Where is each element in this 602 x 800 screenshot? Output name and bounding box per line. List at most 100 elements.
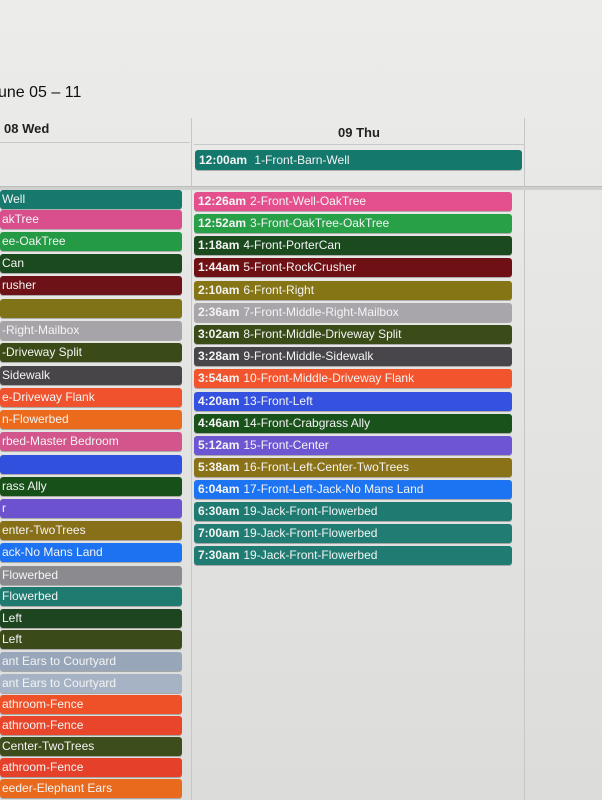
- calendar-week-view: une 05 – 11 08 Wed 09 Thu 12:00am 1-Fron…: [0, 0, 602, 800]
- event-label: 7-Front-Middle-Right-Mailbox: [243, 305, 399, 319]
- column-header-wed[interactable]: 08 Wed: [0, 116, 190, 143]
- event-thu-17[interactable]: 7:00am 19-Jack-Front-Flowerbed: [194, 524, 512, 543]
- column-header-wed-label: 08 Wed: [4, 121, 50, 136]
- event-wed-8[interactable]: -Driveway Split: [0, 343, 182, 362]
- event-label: ack-No Mans Land: [2, 545, 103, 559]
- event-wed-27[interactable]: athroom-Fence: [0, 758, 182, 777]
- event-time: 12:00am: [199, 153, 248, 167]
- event-label: 17-Front-Left-Jack-No Mans Land: [243, 482, 424, 496]
- event-wed-18[interactable]: Flowerbed: [0, 566, 182, 585]
- event-label: Flowerbed: [2, 568, 59, 582]
- event-label: 13-Front-Left: [243, 394, 313, 408]
- event-time: 1:44am: [198, 260, 240, 274]
- event-wed-26[interactable]: Center-TwoTrees: [0, 737, 182, 756]
- event-wed-12[interactable]: rbed-Master Bedroom: [0, 432, 182, 451]
- event-time: 5:38am: [198, 460, 240, 474]
- event-label: e-Driveway Flank: [2, 390, 95, 404]
- event-label: ant Ears to Courtyard: [2, 676, 117, 690]
- event-wed-20[interactable]: Left: [0, 609, 182, 628]
- event-label: rbed-Master Bedroom: [2, 434, 119, 448]
- event-wed-9[interactable]: Sidewalk: [0, 366, 182, 385]
- event-thu-13[interactable]: 5:12am 15-Front-Center: [194, 436, 512, 455]
- event-thu-2[interactable]: 12:26am 2-Front-Well-OakTree: [194, 192, 512, 211]
- event-label: 4-Front-PorterCan: [243, 238, 341, 252]
- event-time: 4:20am: [198, 394, 240, 408]
- column-divider: [524, 118, 525, 800]
- event-thu-15[interactable]: 6:04am 17-Front-Left-Jack-No Mans Land: [194, 480, 512, 499]
- event-label: Well: [2, 192, 26, 206]
- event-thu-9[interactable]: 3:28am 9-Front-Middle-Sidewalk: [194, 347, 512, 366]
- event-wed-7[interactable]: -Right-Mailbox: [0, 321, 182, 340]
- event-wed-5[interactable]: rusher: [0, 276, 182, 295]
- event-thu-5[interactable]: 1:44am 5-Front-RockCrusher: [194, 258, 512, 277]
- event-time: 5:12am: [198, 438, 240, 452]
- event-label: 19-Jack-Front-Flowerbed: [243, 548, 378, 562]
- event-wed-16[interactable]: enter-TwoTrees: [0, 521, 182, 540]
- event-wed-25[interactable]: athroom-Fence: [0, 716, 182, 735]
- event-thu-14[interactable]: 5:38am 16-Front-Left-Center-TwoTrees: [194, 458, 512, 477]
- event-label: athroom-Fence: [2, 760, 84, 774]
- event-wed-23[interactable]: ant Ears to Courtyard: [0, 674, 182, 693]
- event-label: Can: [2, 256, 25, 270]
- event-time: 1:18am: [198, 238, 240, 252]
- event-wed-14[interactable]: rass Ally: [0, 477, 182, 496]
- event-label: r: [2, 501, 6, 515]
- event-time: 3:54am: [198, 371, 240, 385]
- event-wed-13[interactable]: [0, 455, 182, 474]
- event-time: 7:30am: [198, 548, 240, 562]
- event-wed-2[interactable]: akTree: [0, 210, 182, 229]
- event-label: 6-Front-Right: [243, 283, 315, 297]
- event-thu-16[interactable]: 6:30am 19-Jack-Front-Flowerbed: [194, 502, 512, 521]
- event-thu-6[interactable]: 2:10am 6-Front-Right: [194, 281, 512, 300]
- event-label: Flowerbed: [2, 589, 59, 603]
- event-time: 2:10am: [198, 283, 240, 297]
- event-label: [0, 301, 2, 315]
- event-thu-7[interactable]: 2:36am 7-Front-Middle-Right-Mailbox: [194, 303, 512, 322]
- event-thu-12[interactable]: 4:46am 14-Front-Crabgrass Ally: [194, 414, 512, 433]
- event-time: 7:00am: [198, 526, 240, 540]
- event-wed-15[interactable]: r: [0, 499, 182, 518]
- event-wed-28[interactable]: eeder-Elephant Ears: [0, 779, 182, 798]
- event-time: 6:30am: [198, 504, 240, 518]
- event-label: rass Ally: [2, 479, 47, 493]
- event-wed-22[interactable]: ant Ears to Courtyard: [0, 652, 182, 671]
- event-wed-4[interactable]: Can: [0, 254, 182, 273]
- event-label: -Driveway Split: [2, 345, 83, 359]
- event-label: enter-TwoTrees: [2, 523, 86, 537]
- date-range-title: une 05 – 11: [0, 84, 82, 101]
- event-wed-24[interactable]: athroom-Fence: [0, 695, 182, 714]
- event-label: rusher: [2, 278, 37, 292]
- event-label: Left: [2, 632, 23, 646]
- event-label: athroom-Fence: [2, 697, 84, 711]
- event-wed-3[interactable]: ee-OakTree: [0, 232, 182, 251]
- event-wed-6[interactable]: [0, 299, 182, 318]
- event-label: 8-Front-Middle-Driveway Split: [243, 327, 402, 341]
- event-wed-1[interactable]: Well: [0, 190, 182, 209]
- event-label: 5-Front-RockCrusher: [243, 260, 357, 274]
- event-time: 4:46am: [198, 416, 240, 430]
- event-label: 2-Front-Well-OakTree: [250, 194, 367, 208]
- event-thu-8[interactable]: 3:02am 8-Front-Middle-Driveway Split: [194, 325, 512, 344]
- event-thu-18[interactable]: 7:30am 19-Jack-Front-Flowerbed: [194, 546, 512, 565]
- event-wed-11[interactable]: n-Flowerbed: [0, 410, 182, 429]
- event-label: ee-OakTree: [2, 234, 66, 248]
- event-label: [0, 457, 2, 471]
- column-header-thu[interactable]: 09 Thu: [194, 118, 524, 145]
- event-wed-19[interactable]: Flowerbed: [0, 587, 182, 606]
- event-thu-10[interactable]: 3:54am 10-Front-Middle-Driveway Flank: [194, 369, 512, 388]
- event-label: 3-Front-OakTree-OakTree: [250, 216, 390, 230]
- event-thu-11[interactable]: 4:20am 13-Front-Left: [194, 392, 512, 411]
- event-label: 10-Front-Middle-Driveway Flank: [243, 371, 415, 385]
- event-label: Left: [2, 611, 23, 625]
- event-wed-17[interactable]: ack-No Mans Land: [0, 543, 182, 562]
- event-time: 3:02am: [198, 327, 240, 341]
- event-allday-thu[interactable]: 12:00am 1-Front-Barn-Well: [195, 150, 522, 170]
- event-wed-21[interactable]: Left: [0, 630, 182, 649]
- event-time: 12:52am: [198, 216, 247, 230]
- event-label: akTree: [2, 212, 39, 226]
- column-divider: [191, 118, 192, 800]
- event-thu-4[interactable]: 1:18am 4-Front-PorterCan: [194, 236, 512, 255]
- event-thu-3[interactable]: 12:52am 3-Front-OakTree-OakTree: [194, 214, 512, 233]
- event-label: 19-Jack-Front-Flowerbed: [243, 526, 378, 540]
- event-wed-10[interactable]: e-Driveway Flank: [0, 388, 182, 407]
